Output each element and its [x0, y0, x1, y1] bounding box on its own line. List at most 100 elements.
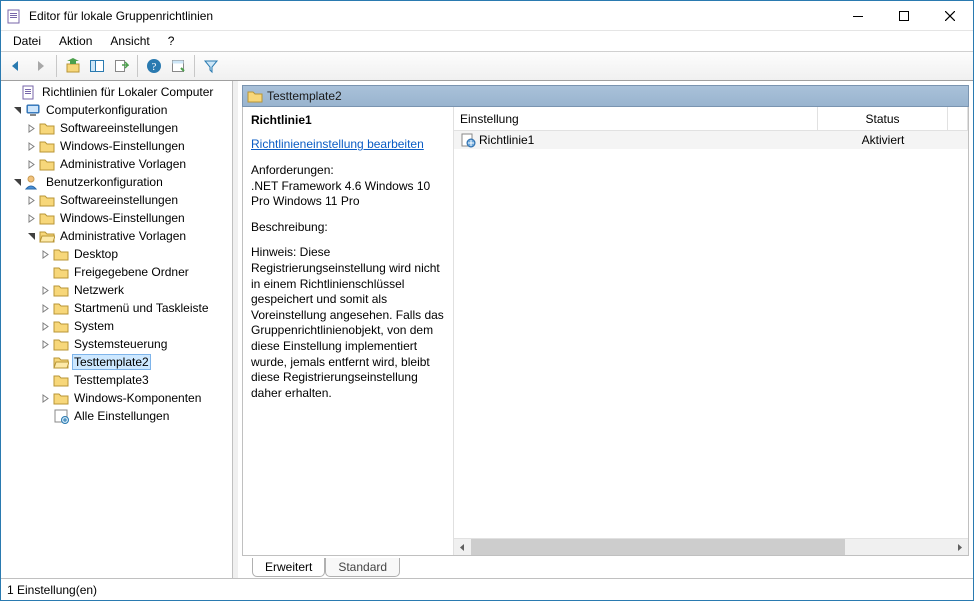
minimize-button[interactable]: [835, 1, 881, 30]
chevron-right-icon[interactable]: [25, 140, 37, 152]
tree-item-all-settings[interactable]: Alle Einstellungen: [1, 407, 232, 425]
tree-item-testtemplate2[interactable]: Testtemplate2: [1, 353, 232, 371]
folder-icon: [39, 210, 55, 226]
tree-label: Freigegebene Ordner: [72, 265, 191, 279]
tree-item[interactable]: Freigegebene Ordner: [1, 263, 232, 281]
expander-icon[interactable]: [7, 86, 19, 98]
folder-icon: [39, 120, 55, 136]
description-text: Hinweis: Diese Registrierungseinstellung…: [251, 245, 445, 401]
folder-icon: [53, 318, 69, 334]
menu-action[interactable]: Aktion: [51, 33, 100, 49]
column-header-comment[interactable]: [948, 107, 968, 130]
tree-item[interactable]: Softwareeinstellungen: [1, 119, 232, 137]
tree-label: Testtemplate3: [72, 373, 151, 387]
chevron-right-icon[interactable]: [25, 212, 37, 224]
detail-pane: Testtemplate2 Richtlinie1 Richtlinienein…: [238, 81, 973, 578]
toolbar-separator: [137, 55, 138, 77]
tree-pane[interactable]: Richtlinien für Lokaler Computer Compute…: [1, 81, 233, 578]
policy-root-icon: [21, 84, 37, 100]
tree-item[interactable]: Administrative Vorlagen: [1, 155, 232, 173]
folder-icon: [53, 282, 69, 298]
tree-item[interactable]: Windows-Einstellungen: [1, 209, 232, 227]
filter-button[interactable]: [200, 55, 222, 77]
tree-label: Testtemplate2: [72, 354, 151, 370]
folder-icon: [39, 138, 55, 154]
chevron-right-icon[interactable]: [25, 122, 37, 134]
menu-help[interactable]: ?: [160, 33, 183, 49]
tree-user-config[interactable]: Benutzerkonfiguration: [1, 173, 232, 191]
title-bar: Editor für lokale Gruppenrichtlinien: [1, 1, 973, 31]
edit-policy-link[interactable]: Richtlinieneinstellung bearbeiten: [251, 137, 445, 151]
tree-label: Windows-Einstellungen: [58, 211, 187, 225]
tree-root[interactable]: Richtlinien für Lokaler Computer: [1, 83, 232, 101]
list-row[interactable]: Richtlinie1 Aktiviert: [454, 131, 968, 149]
tree-item[interactable]: Testtemplate3: [1, 371, 232, 389]
export-list-button[interactable]: [110, 55, 132, 77]
chevron-right-icon[interactable]: [25, 158, 37, 170]
tree-item[interactable]: Windows-Komponenten: [1, 389, 232, 407]
close-button[interactable]: [927, 1, 973, 30]
tree-label: Richtlinien für Lokaler Computer: [40, 85, 215, 99]
chevron-down-icon[interactable]: [11, 104, 23, 116]
tree-label: Netzwerk: [72, 283, 126, 297]
computer-icon: [25, 102, 41, 118]
settings-list: Einstellung Status Richtlinie1 Aktiviert: [453, 107, 968, 555]
folder-icon: [53, 372, 69, 388]
policy-name: Richtlinie1: [251, 113, 445, 127]
requirements-label: Anforderungen:: [251, 163, 334, 177]
column-header-status[interactable]: Status: [818, 107, 948, 130]
chevron-right-icon[interactable]: [39, 320, 51, 332]
scroll-left-icon[interactable]: [454, 539, 471, 555]
toolbar-separator: [194, 55, 195, 77]
tree-label: System: [72, 319, 116, 333]
column-header-setting[interactable]: Einstellung: [454, 107, 818, 130]
menu-view[interactable]: Ansicht: [102, 33, 157, 49]
tree-item[interactable]: System: [1, 317, 232, 335]
list-body[interactable]: Richtlinie1 Aktiviert: [454, 131, 968, 538]
row-setting: Richtlinie1: [479, 133, 534, 147]
tree-item[interactable]: Windows-Einstellungen: [1, 137, 232, 155]
window-controls: [835, 1, 973, 30]
forward-button[interactable]: [29, 55, 51, 77]
horizontal-scrollbar[interactable]: [454, 538, 968, 555]
show-hide-tree-button[interactable]: [86, 55, 108, 77]
tree-computer-config[interactable]: Computerkonfiguration: [1, 101, 232, 119]
menu-bar: Datei Aktion Ansicht ?: [1, 31, 973, 51]
scroll-thumb[interactable]: [471, 539, 845, 555]
help-button[interactable]: ?: [143, 55, 165, 77]
chevron-down-icon[interactable]: [11, 176, 23, 188]
chevron-right-icon[interactable]: [25, 194, 37, 206]
row-status: Aktiviert: [862, 133, 905, 147]
maximize-button[interactable]: [881, 1, 927, 30]
tab-extended[interactable]: Erweitert: [252, 558, 325, 577]
policy-icon: [460, 132, 476, 148]
menu-file[interactable]: Datei: [5, 33, 49, 49]
tree-item[interactable]: Softwareeinstellungen: [1, 191, 232, 209]
chevron-down-icon[interactable]: [25, 230, 37, 242]
view-tabs: Erweitert Standard: [242, 556, 969, 578]
expander-icon: [39, 410, 51, 422]
chevron-right-icon[interactable]: [39, 284, 51, 296]
description-label: Beschreibung:: [251, 220, 328, 234]
back-button[interactable]: [5, 55, 27, 77]
tab-standard[interactable]: Standard: [325, 558, 400, 577]
chevron-right-icon[interactable]: [39, 392, 51, 404]
folder-icon: [53, 300, 69, 316]
chevron-right-icon[interactable]: [39, 302, 51, 314]
scroll-right-icon[interactable]: [951, 539, 968, 555]
folder-icon: [39, 156, 55, 172]
chevron-right-icon[interactable]: [39, 248, 51, 260]
scroll-track[interactable]: [471, 539, 951, 555]
tree-item[interactable]: Netzwerk: [1, 281, 232, 299]
toolbar-separator: [56, 55, 57, 77]
chevron-right-icon[interactable]: [39, 338, 51, 350]
svg-text:?: ?: [152, 61, 157, 73]
tree-item[interactable]: Desktop: [1, 245, 232, 263]
properties-button[interactable]: [167, 55, 189, 77]
up-level-button[interactable]: [62, 55, 84, 77]
tree-item[interactable]: Systemsteuerung: [1, 335, 232, 353]
tree-item[interactable]: Startmenü und Taskleiste: [1, 299, 232, 317]
content-row: Richtlinie1 Richtlinieneinstellung bearb…: [242, 107, 969, 556]
tree-admin-templates[interactable]: Administrative Vorlagen: [1, 227, 232, 245]
tree-label: Administrative Vorlagen: [58, 229, 188, 243]
